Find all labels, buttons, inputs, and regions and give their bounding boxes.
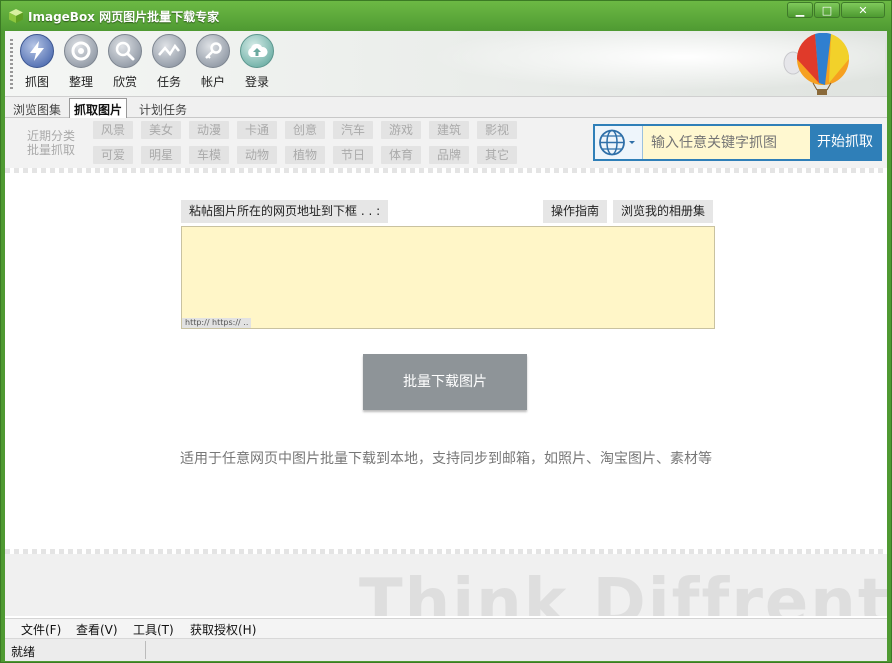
app-cube-icon xyxy=(9,9,23,23)
menu-license[interactable]: 获取授权(H) xyxy=(190,621,256,638)
category-chip[interactable]: 卡通 xyxy=(237,121,277,139)
key-icon xyxy=(205,42,222,59)
tool-account[interactable]: 帐户 xyxy=(193,34,233,94)
app-window: ImageBox 网页图片批量下载专家 ▁ □ ✕ 抓图 整理 欣赏 任务 帐户… xyxy=(0,0,892,663)
category-chip[interactable]: 其它 xyxy=(477,146,517,164)
search-engine-dropdown[interactable] xyxy=(595,126,643,159)
category-chip[interactable]: 创意 xyxy=(285,121,325,139)
category-chip[interactable]: 影视 xyxy=(477,121,517,139)
tool-view[interactable]: 欣赏 xyxy=(105,34,145,94)
status-separator xyxy=(145,641,146,659)
maximize-button[interactable]: □ xyxy=(814,2,840,18)
magnifier-icon xyxy=(115,41,135,61)
main-toolbar: 抓图 整理 欣赏 任务 帐户 登录 xyxy=(5,31,887,96)
url-textarea[interactable] xyxy=(181,226,715,329)
menu-view[interactable]: 查看(V) xyxy=(76,621,118,638)
title-bar[interactable]: ImageBox 网页图片批量下载专家 ▁ □ ✕ xyxy=(1,1,891,31)
minimize-button[interactable]: ▁ xyxy=(787,2,813,18)
tab-grab-images[interactable]: 抓取图片 xyxy=(69,98,128,118)
tab-browse-albums[interactable]: 浏览图集 xyxy=(9,99,65,119)
toolbar-grip[interactable] xyxy=(10,39,13,89)
wave-icon xyxy=(158,43,180,57)
menu-file[interactable]: 文件(F) xyxy=(21,621,61,638)
category-chip[interactable]: 动漫 xyxy=(189,121,229,139)
category-panel: 近期分类 批量抓取 风景 美女 动漫 卡通 创意 汽车 游戏 建筑 影视 可爱 明星 车模 动物 植物节… xyxy=(5,118,887,168)
category-chip[interactable]: 体育 xyxy=(381,146,421,164)
start-grab-button[interactable]: 开始抓取 xyxy=(810,126,880,159)
tool-task[interactable]: 任务 xyxy=(149,34,189,94)
category-chip[interactable]: 动物 xyxy=(237,146,277,164)
category-chip[interactable]: 植物 xyxy=(285,146,325,164)
guide-button[interactable]: 操作指南 xyxy=(543,200,607,223)
tool-organize[interactable]: 整理 xyxy=(61,34,101,94)
category-chip[interactable]: 明星 xyxy=(141,146,181,164)
close-button[interactable]: ✕ xyxy=(841,2,885,18)
bottom-banner: Think Diffrent xyxy=(5,554,887,616)
client-area: 抓图 整理 欣赏 任务 帐户 登录 浏览图集 抓取图片 计划任务 近期分类 批量… xyxy=(5,31,887,661)
description-text: 适用于任意网页中图片批量下载到本地，支持同步到邮箱，如照片、淘宝图片、素材等 xyxy=(180,451,712,467)
category-chip[interactable]: 建筑 xyxy=(429,121,469,139)
status-bar: 就绪 xyxy=(5,639,887,661)
batch-download-button[interactable]: 批量下载图片 xyxy=(363,354,527,410)
lightning-icon xyxy=(30,41,44,61)
status-text: 就绪 xyxy=(11,645,36,659)
globe-icon xyxy=(599,129,635,156)
cloud-upload-icon xyxy=(248,43,268,57)
category-chip[interactable]: 汽车 xyxy=(333,121,373,139)
chevron-down-icon xyxy=(629,141,635,144)
category-chip[interactable]: 游戏 xyxy=(381,121,421,139)
category-chip[interactable]: 美女 xyxy=(141,121,181,139)
tab-scheduled-tasks[interactable]: 计划任务 xyxy=(135,99,191,119)
menu-tools[interactable]: 工具(T) xyxy=(133,621,174,638)
hot-air-balloon-logo xyxy=(783,33,850,95)
banner-slogan: Think Diffrent xyxy=(359,566,887,616)
category-chip[interactable]: 可爱 xyxy=(93,146,133,164)
window-title: ImageBox 网页图片批量下载专家 xyxy=(28,10,220,24)
category-chip[interactable]: 车模 xyxy=(189,146,229,164)
menu-bar: 文件(F) 查看(V) 工具(T) 获取授权(H) xyxy=(5,618,887,639)
url-hint: http:// https:// .. xyxy=(182,318,252,328)
keyword-search: 开始抓取 xyxy=(593,124,882,161)
category-chip[interactable]: 品牌 xyxy=(429,146,469,164)
divider-top xyxy=(5,168,887,173)
category-chip[interactable]: 风景 xyxy=(93,121,133,139)
browse-album-button[interactable]: 浏览我的相册集 xyxy=(613,200,713,223)
eye-icon xyxy=(71,41,91,61)
tool-grab[interactable]: 抓图 xyxy=(17,34,57,94)
url-label: 粘帖图片所在的网页地址到下框 . . : xyxy=(181,200,389,223)
keyword-input[interactable] xyxy=(643,126,809,159)
tab-strip: 浏览图集 抓取图片 计划任务 xyxy=(5,96,887,118)
category-caption: 近期分类 批量抓取 xyxy=(26,129,75,157)
category-chip[interactable]: 节日 xyxy=(333,146,373,164)
tool-login[interactable]: 登录 xyxy=(237,34,277,94)
